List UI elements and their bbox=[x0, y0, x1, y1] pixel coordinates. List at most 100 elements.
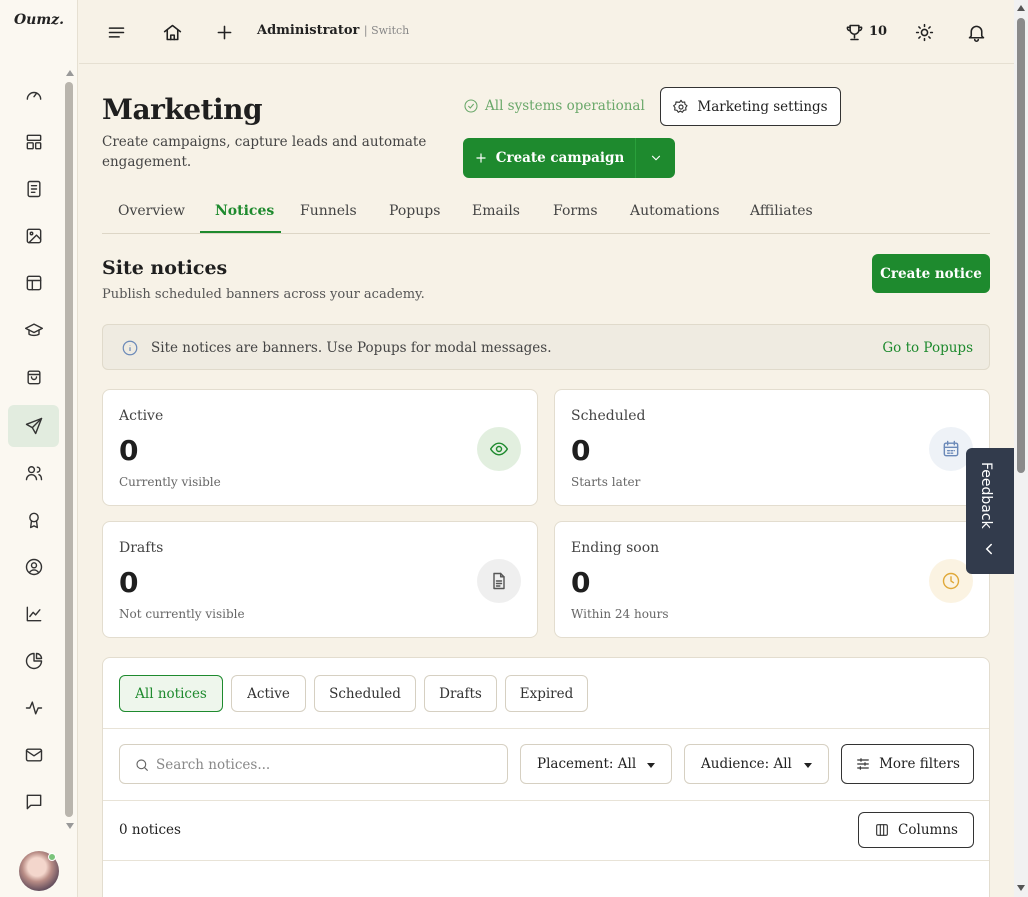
stat-note: Currently visible bbox=[119, 475, 221, 489]
sidebar-scrollbar[interactable] bbox=[65, 82, 73, 817]
theme-toggle-button[interactable] bbox=[912, 20, 936, 44]
sidebar-item-pages[interactable] bbox=[8, 262, 59, 304]
create-campaign-menu-button[interactable] bbox=[636, 138, 675, 178]
sidebar-item-courses[interactable] bbox=[8, 309, 59, 351]
stat-value: 0 bbox=[571, 434, 591, 467]
placement-dropdown[interactable]: Placement: All bbox=[520, 744, 672, 784]
activity-icon bbox=[25, 701, 42, 715]
achievements-button[interactable] bbox=[842, 20, 866, 44]
feedback-tab[interactable]: Feedback bbox=[966, 448, 1014, 574]
sidebar-scroll-down-icon[interactable] bbox=[66, 823, 74, 829]
section-title: Site notices bbox=[102, 257, 228, 279]
filter-drafts[interactable]: Drafts bbox=[424, 675, 497, 712]
filter-scheduled[interactable]: Scheduled bbox=[314, 675, 416, 712]
tab-automations[interactable]: Automations bbox=[630, 203, 720, 219]
search-icon bbox=[136, 759, 148, 771]
tab-overview[interactable]: Overview bbox=[118, 203, 185, 219]
sidebar-item-certificates[interactable] bbox=[8, 499, 59, 541]
sidebar-item-activity[interactable] bbox=[8, 687, 59, 729]
tab-bar: Overview Notices Funnels Popups Emails F… bbox=[102, 196, 990, 234]
sidebar-item-analytics[interactable] bbox=[8, 593, 59, 635]
page-title: Marketing bbox=[102, 93, 263, 126]
sidebar-item-users[interactable] bbox=[8, 452, 59, 494]
stat-card-scheduled: Scheduled 0 Starts later bbox=[554, 389, 990, 506]
sidebar-item-reports[interactable] bbox=[8, 640, 59, 682]
create-notice-button[interactable]: Create notice bbox=[872, 254, 990, 293]
sidebar-scroll-up-icon[interactable] bbox=[66, 70, 74, 76]
home-button[interactable] bbox=[160, 20, 184, 44]
eye-icon bbox=[477, 427, 521, 471]
stat-label: Active bbox=[119, 408, 164, 424]
notebook-icon bbox=[26, 180, 41, 198]
users-icon bbox=[25, 466, 42, 481]
stat-note: Starts later bbox=[571, 475, 641, 489]
columns-icon bbox=[876, 824, 888, 836]
marketing-settings-label: Marketing settings bbox=[697, 98, 828, 115]
divider bbox=[103, 728, 989, 729]
go-to-popups-link[interactable]: Go to Popups bbox=[882, 340, 973, 356]
filter-active[interactable]: Active bbox=[231, 675, 306, 712]
gear-icon bbox=[673, 99, 688, 113]
info-banner: Site notices are banners. Use Popups for… bbox=[102, 324, 990, 370]
stat-value: 0 bbox=[119, 566, 139, 599]
feedback-label: Feedback bbox=[978, 462, 994, 529]
shopping-bag-icon bbox=[26, 370, 41, 385]
switch-link[interactable]: | Switch bbox=[364, 24, 409, 37]
info-text: Site notices are banners. Use Popups for… bbox=[151, 340, 552, 356]
app-logo[interactable]: Oumz. bbox=[0, 12, 78, 28]
menu-button[interactable] bbox=[104, 20, 128, 44]
tab-emails[interactable]: Emails bbox=[472, 203, 520, 219]
sliders-icon bbox=[857, 758, 869, 770]
add-button[interactable] bbox=[212, 20, 236, 44]
plus-icon bbox=[476, 153, 486, 163]
sidebar-item-store[interactable] bbox=[8, 356, 59, 398]
info-icon bbox=[121, 339, 139, 357]
scroll-down-icon[interactable] bbox=[1017, 885, 1025, 891]
user-circle-icon bbox=[25, 558, 42, 576]
hamburger-icon bbox=[108, 26, 124, 38]
sidebar-item-layout[interactable] bbox=[8, 121, 59, 163]
topbar: Administrator | Switch 10 bbox=[79, 0, 1014, 64]
scroll-up-icon[interactable] bbox=[1017, 5, 1025, 11]
audience-dropdown[interactable]: Audience: All bbox=[684, 744, 829, 784]
main-scrollbar-thumb[interactable] bbox=[1017, 18, 1025, 473]
layout-grid-icon bbox=[26, 134, 41, 150]
sidebar-item-profile[interactable] bbox=[8, 546, 59, 588]
tab-funnels[interactable]: Funnels bbox=[300, 203, 357, 219]
create-campaign-button[interactable]: Create campaign bbox=[463, 138, 636, 178]
more-filters-button[interactable]: More filters bbox=[841, 744, 974, 784]
sidebar-item-dashboard[interactable] bbox=[8, 74, 59, 116]
marketing-settings-button[interactable]: Marketing settings bbox=[660, 87, 841, 126]
chevron-left-icon bbox=[980, 540, 998, 562]
send-icon bbox=[25, 417, 42, 435]
sidebar-item-mail[interactable] bbox=[8, 734, 59, 776]
create-campaign-label: Create campaign bbox=[495, 150, 625, 166]
sidebar-item-content[interactable] bbox=[8, 168, 59, 210]
search-box bbox=[119, 744, 508, 784]
notifications-button[interactable] bbox=[964, 20, 988, 44]
chevron-down-icon bbox=[651, 155, 660, 161]
tab-forms[interactable]: Forms bbox=[553, 203, 598, 219]
sidebar-item-messages[interactable] bbox=[8, 781, 59, 823]
account-switcher[interactable]: Administrator | Switch bbox=[257, 23, 409, 38]
sidebar-item-media[interactable] bbox=[8, 215, 59, 257]
section-subtitle: Publish scheduled banners across your ac… bbox=[102, 287, 425, 302]
columns-button[interactable]: Columns bbox=[858, 812, 974, 848]
filter-expired[interactable]: Expired bbox=[505, 675, 588, 712]
more-filters-label: More filters bbox=[879, 756, 960, 772]
tab-notices[interactable]: Notices bbox=[215, 203, 274, 219]
sidebar: Oumz. bbox=[0, 0, 78, 897]
stat-label: Scheduled bbox=[571, 408, 646, 424]
trophy-count: 10 bbox=[869, 24, 888, 39]
stat-card-active: Active 0 Currently visible bbox=[102, 389, 538, 506]
filter-all-notices[interactable]: All notices bbox=[119, 675, 223, 712]
stat-note: Not currently visible bbox=[119, 607, 245, 621]
line-chart-icon bbox=[26, 606, 41, 622]
sidebar-item-marketing[interactable] bbox=[8, 405, 59, 447]
search-input[interactable] bbox=[156, 755, 496, 775]
check-circle-icon bbox=[464, 99, 478, 113]
tab-affiliates[interactable]: Affiliates bbox=[750, 203, 813, 219]
tab-popups[interactable]: Popups bbox=[389, 203, 440, 219]
columns-label: Columns bbox=[898, 822, 958, 838]
user-name: Administrator bbox=[257, 23, 360, 38]
